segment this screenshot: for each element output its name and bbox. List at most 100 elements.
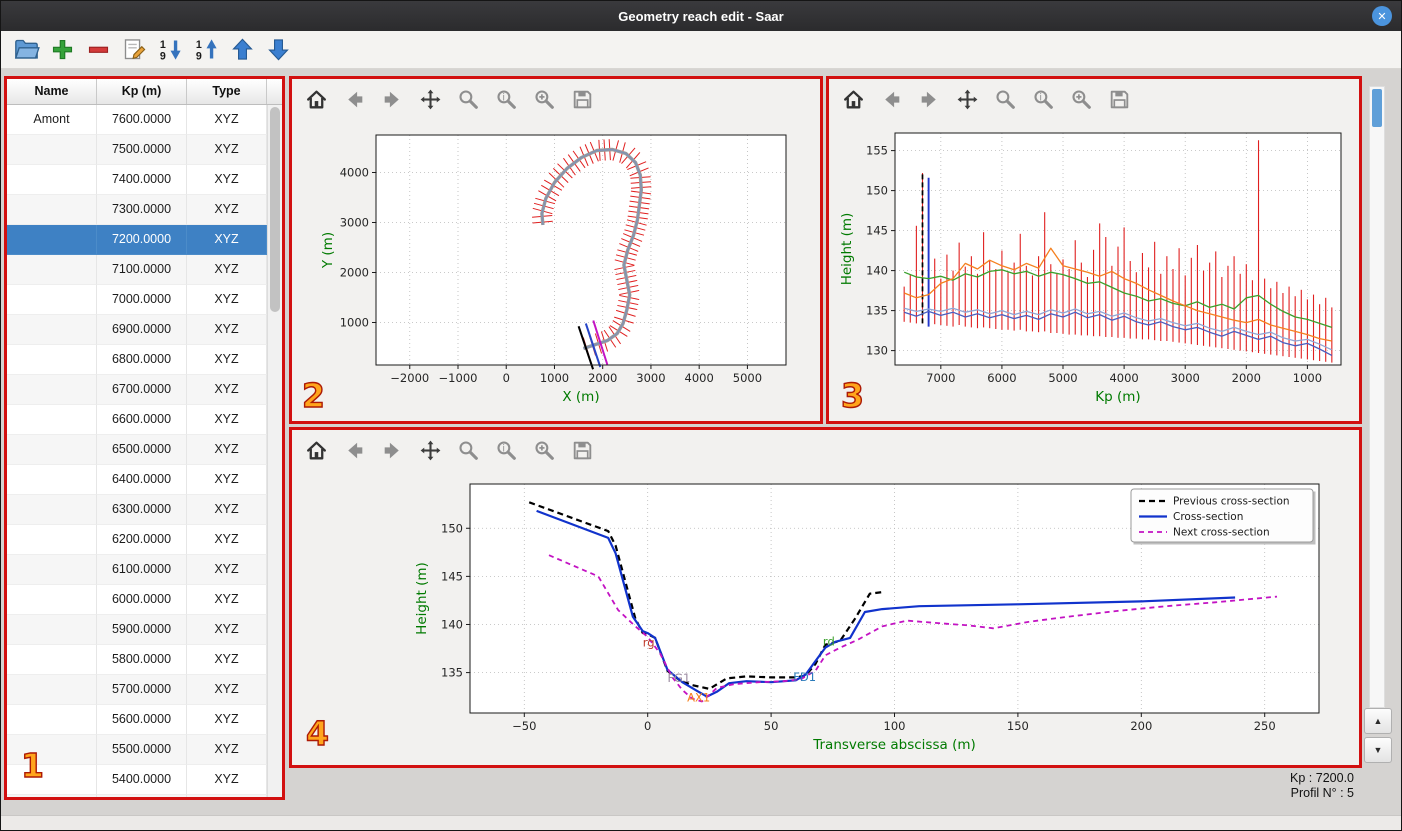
table-row[interactable]: 5600.0000 XYZ [7, 705, 267, 735]
table-cell: 6000.0000 [97, 585, 187, 615]
move-up-button[interactable] [229, 36, 256, 63]
table-row[interactable]: 6100.0000 XYZ [7, 555, 267, 585]
table-cell: XYZ [187, 405, 267, 435]
customize-button[interactable] [532, 87, 557, 112]
table-row[interactable]: 5500.0000 XYZ [7, 735, 267, 765]
svg-text:145: 145 [866, 224, 888, 238]
table-cell: XYZ [187, 465, 267, 495]
back-button[interactable] [342, 438, 367, 463]
svg-text:X (m): X (m) [562, 389, 599, 405]
forward-button[interactable] [380, 438, 405, 463]
home-icon [307, 90, 326, 108]
table-row[interactable]: Amont 7600.0000 XYZ [7, 105, 267, 135]
svg-text:1: 1 [160, 39, 166, 51]
close-button[interactable]: ✕ [1372, 6, 1392, 26]
table-cell: 6800.0000 [97, 345, 187, 375]
profile-up-button[interactable]: ▲ [1364, 708, 1392, 734]
profile-down-button[interactable]: ▼ [1364, 737, 1392, 763]
long-profile-chart[interactable]: 7000 6000 5000 4000 3000 2000 1000 130 135 140 145… [829, 119, 1359, 421]
home-button[interactable] [841, 87, 866, 112]
add-button[interactable] [49, 36, 76, 63]
table-row[interactable]: 6600.0000 XYZ [7, 405, 267, 435]
zoom-button[interactable] [456, 438, 481, 463]
pan-button[interactable] [418, 438, 443, 463]
cross-section-chart[interactable]: rg FG1 AX1 FD1 rd −50 0 50 100 150 200 250 135 140 145… [292, 470, 1359, 765]
open-button[interactable] [13, 36, 40, 63]
svg-text:250: 250 [1254, 719, 1276, 733]
svg-text:i: i [1039, 92, 1042, 103]
home-button[interactable] [304, 438, 329, 463]
zoom-button[interactable] [993, 87, 1018, 112]
subplots-button[interactable]: i [1031, 87, 1056, 112]
titlebar[interactable]: Geometry reach edit - Saar ✕ [1, 1, 1401, 31]
subplots-button[interactable]: i [494, 87, 519, 112]
column-header-type[interactable]: Type [187, 79, 267, 104]
table-row[interactable]: 6900.0000 XYZ [7, 315, 267, 345]
home-button[interactable] [304, 87, 329, 112]
table-row[interactable]: 7200.0000 XYZ [7, 225, 267, 255]
table-row[interactable]: 7300.0000 XYZ [7, 195, 267, 225]
table-row[interactable]: 6300.0000 XYZ [7, 495, 267, 525]
table-row[interactable]: 7400.0000 XYZ [7, 165, 267, 195]
table-cell: 6500.0000 [97, 435, 187, 465]
edit-button[interactable] [121, 36, 148, 63]
table-row[interactable]: 6500.0000 XYZ [7, 435, 267, 465]
window-scrollbar[interactable] [1369, 86, 1385, 708]
table-cell [7, 495, 97, 525]
table-row[interactable]: 6700.0000 XYZ [7, 375, 267, 405]
window-scrollbar-thumb[interactable] [1372, 89, 1382, 127]
svg-text:1000: 1000 [340, 316, 369, 330]
table-cell: XYZ [187, 195, 267, 225]
table-row[interactable]: 7500.0000 XYZ [7, 135, 267, 165]
table-row[interactable]: 6000.0000 XYZ [7, 585, 267, 615]
svg-text:Next cross-section: Next cross-section [1173, 527, 1270, 539]
table-cell: 7200.0000 [97, 225, 187, 255]
save-button[interactable] [1107, 87, 1132, 112]
table-cell: XYZ [187, 135, 267, 165]
sort-desc-button[interactable]: 19 [157, 36, 184, 63]
svg-text:0: 0 [644, 719, 651, 733]
zoom-button[interactable] [456, 87, 481, 112]
table-row[interactable]: 5800.0000 XYZ [7, 645, 267, 675]
back-button[interactable] [879, 87, 904, 112]
column-header-kp[interactable]: Kp (m) [97, 79, 187, 104]
column-header-name[interactable]: Name [7, 79, 97, 104]
sort-asc-button[interactable]: 19 [193, 36, 220, 63]
table-row[interactable]: 6200.0000 XYZ [7, 525, 267, 555]
save-button[interactable] [570, 438, 595, 463]
svg-text:Height (m): Height (m) [414, 562, 430, 635]
table-row[interactable]: 6400.0000 XYZ [7, 465, 267, 495]
table-row[interactable]: 5300.0000XYZ [7, 795, 267, 797]
table-row[interactable]: 7100.0000 XYZ [7, 255, 267, 285]
customize-button[interactable] [532, 438, 557, 463]
table-cell: XYZ [187, 645, 267, 675]
table-row[interactable]: 5700.0000 XYZ [7, 675, 267, 705]
save-button[interactable] [570, 87, 595, 112]
table-scrollbar-thumb[interactable] [270, 107, 280, 312]
pan-button[interactable] [955, 87, 980, 112]
panel-badge-2: 2 [301, 375, 325, 415]
table-row[interactable]: 6800.0000 XYZ [7, 345, 267, 375]
subplots-button[interactable]: i [494, 438, 519, 463]
xsection-plot: rg FG1 AX1 FD1 rd −50 0 50 100 150 200 250 135 140 145… [414, 483, 1320, 753]
table-cell: 5600.0000 [97, 705, 187, 735]
customize-button[interactable] [1069, 87, 1094, 112]
window-title: Geometry reach edit - Saar [618, 8, 784, 24]
svg-text:9: 9 [196, 51, 202, 63]
up-triangle-icon: ▲ [1373, 716, 1383, 726]
table-scrollbar[interactable] [267, 105, 282, 797]
pan-button[interactable] [418, 87, 443, 112]
back-button[interactable] [342, 87, 367, 112]
table-row[interactable]: 5900.0000 XYZ [7, 615, 267, 645]
table-cell: XYZ [187, 765, 267, 795]
remove-button[interactable] [85, 36, 112, 63]
forward-button[interactable] [917, 87, 942, 112]
table-cell: 6200.0000 [97, 525, 187, 555]
table-cell: 5500.0000 [97, 735, 187, 765]
forward-button[interactable] [380, 87, 405, 112]
move-down-button[interactable] [265, 36, 292, 63]
table-row[interactable]: 7000.0000 XYZ [7, 285, 267, 315]
table-row[interactable]: 5400.0000 XYZ [7, 765, 267, 795]
plan-view-chart[interactable]: −2000 −1000 0 1000 2000 3000 4000 5000 1000 2000 3… [292, 119, 820, 421]
home-icon [844, 90, 863, 108]
